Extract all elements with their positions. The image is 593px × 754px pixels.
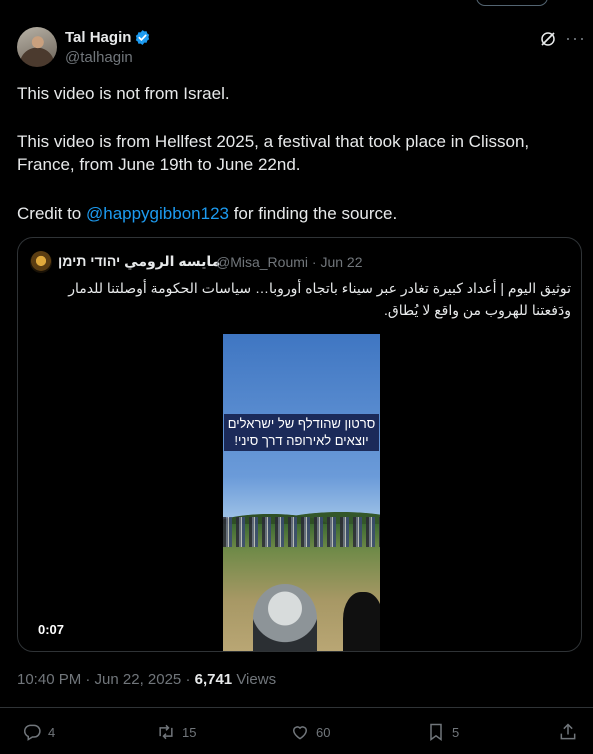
repost-icon [159, 724, 173, 740]
video-caption: סרטון שהודלף של ישראלים יוצאים לאירופה ד… [224, 414, 379, 451]
grok-icon[interactable] [539, 30, 557, 48]
repost-count: 15 [182, 724, 197, 740]
reply-icon [24, 724, 41, 741]
views-label: Views [232, 671, 277, 688]
verified-badge-icon [135, 30, 150, 45]
quoted-tweet-card[interactable]: مايسه الرومي יהודי תימן @Misa_Roumi · Ju… [17, 237, 582, 652]
video-crowd [223, 517, 380, 547]
share-icon [560, 723, 576, 740]
video-foreground-person [343, 592, 380, 651]
top-partial-button[interactable] [476, 0, 548, 6]
quote-author-name[interactable]: مايسه الرومي יהודי תימן [58, 253, 220, 270]
tweet-credit-line: Credit to @happygibbon123 for finding th… [17, 203, 397, 225]
divider [0, 707, 593, 708]
like-count: 60 [316, 724, 331, 740]
video-caption-line-1: סרטון שהודלף של ישראלים [227, 416, 376, 431]
heart-icon [292, 726, 308, 740]
tweet-line-3: France, from June 19th to June 22nd. [17, 155, 301, 174]
author-handle[interactable]: @talhagin [65, 49, 133, 66]
quote-text-line-2: ودَفعتنا للهروب من واقع لا يُطاق. [384, 302, 571, 318]
quote-author-handle-date[interactable]: @Misa_Roumi · Jun 22 [216, 254, 363, 270]
video-caption-line-2: יוצאים לאירופה דרך סיני! [234, 433, 369, 448]
mention-link[interactable]: @happygibbon123 [86, 204, 229, 223]
tweet-meta: 10:40 PM · Jun 22, 2025 · 6,741 Views [17, 671, 276, 688]
like-button[interactable]: 60 [290, 722, 330, 742]
credit-prefix: Credit to [17, 204, 86, 223]
views-count: 6,741 [194, 671, 233, 688]
video-foreground-head [253, 584, 317, 651]
more-options-icon[interactable]: ··· [565, 28, 586, 49]
repost-button[interactable]: 15 [156, 722, 196, 742]
share-button[interactable] [558, 722, 584, 742]
video-player[interactable]: סרטון שהודלף של ישראלים יוצאים לאירופה ד… [223, 334, 380, 651]
bookmark-icon [430, 723, 442, 741]
tweet-line-1: This video is not from Israel. [17, 84, 230, 103]
quote-text-line-1: توثيق اليوم | أعداد كبيرة تغادر عبر سينا… [68, 280, 571, 296]
reply-button[interactable]: 4 [22, 722, 55, 742]
tweet-time-date[interactable]: 10:40 PM · Jun 22, 2025 · [17, 671, 195, 688]
tweet-line-2: This video is from Hellfest 2025, a fest… [17, 132, 530, 151]
bookmark-count: 5 [452, 724, 460, 740]
bookmark-button[interactable]: 5 [426, 722, 459, 742]
author-name[interactable]: Tal Hagin [65, 29, 131, 46]
quote-author-avatar[interactable] [30, 251, 52, 273]
reply-count: 4 [48, 724, 56, 740]
credit-suffix: for finding the source. [228, 204, 398, 223]
author-avatar[interactable] [17, 27, 57, 67]
video-duration: 0:07 [38, 622, 65, 637]
